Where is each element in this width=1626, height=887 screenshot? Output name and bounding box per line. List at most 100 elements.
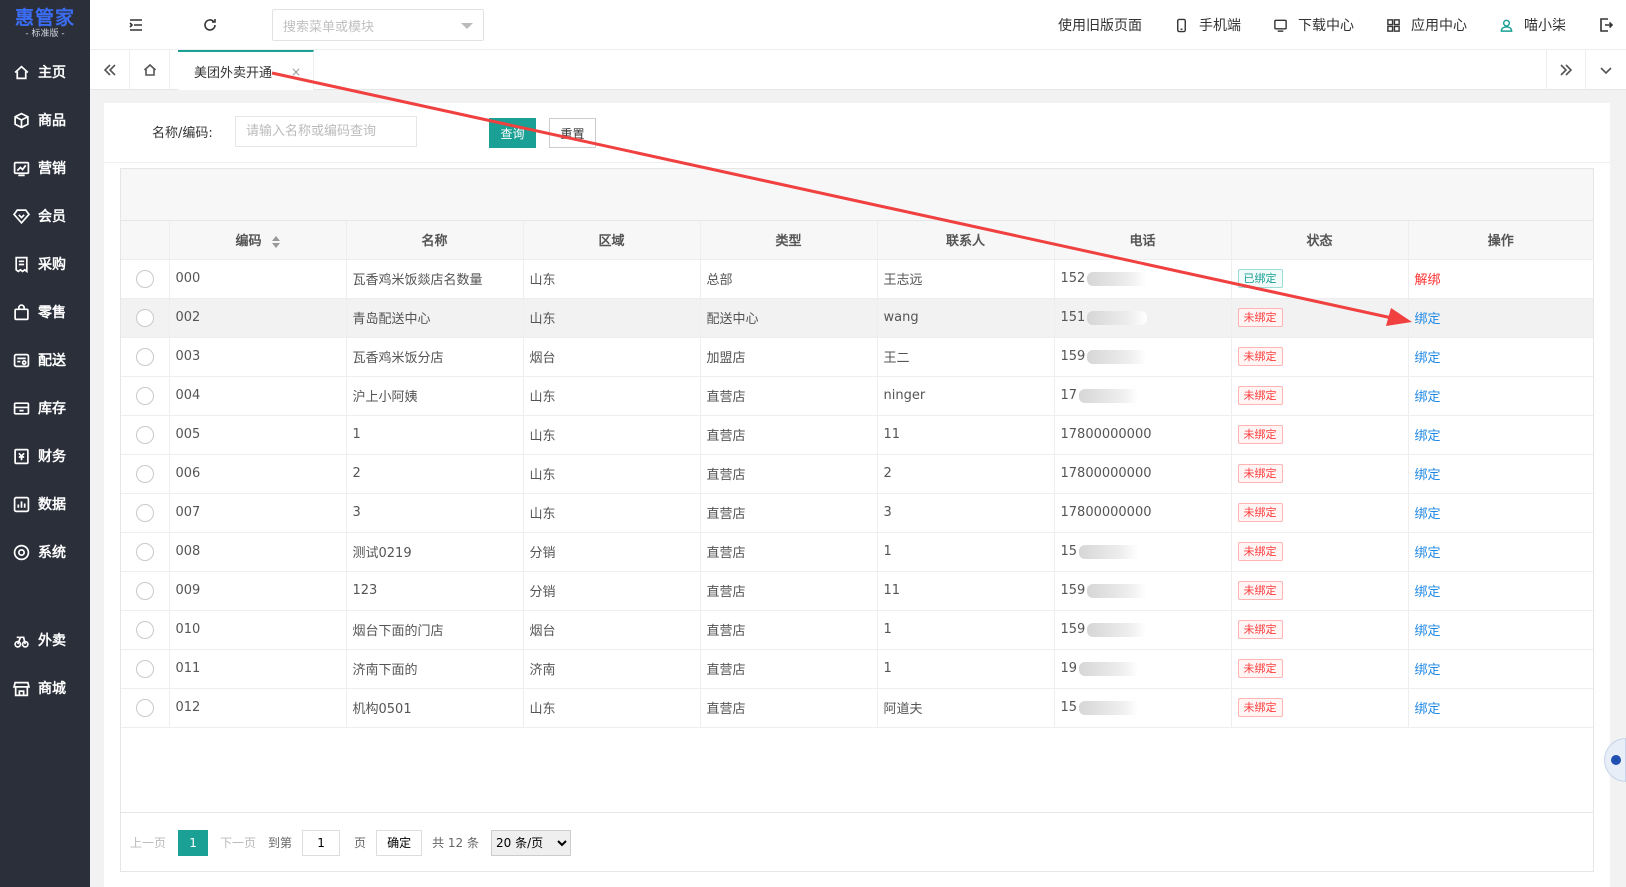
- bind-link[interactable]: 绑定: [1415, 546, 1441, 561]
- goto-page-input[interactable]: [302, 829, 341, 856]
- bind-link[interactable]: 绑定: [1415, 429, 1441, 444]
- mobile-link[interactable]: 手机端: [1174, 15, 1241, 35]
- row-radio[interactable]: [135, 542, 154, 561]
- sidebar-item-receipt[interactable]: 采购: [0, 240, 90, 288]
- phone-redaction: [1079, 661, 1140, 676]
- app-center-link[interactable]: 应用中心: [1386, 15, 1467, 35]
- sidebar-item-finance[interactable]: 财务: [0, 432, 90, 480]
- page-unit-label: 页: [354, 836, 367, 850]
- user-menu[interactable]: 喵小柒: [1499, 15, 1566, 35]
- bind-link[interactable]: 绑定: [1415, 507, 1441, 522]
- table-row[interactable]: 004 沪上小阿姨 山东 直营店 ninger 17 未绑定 绑定: [121, 376, 1593, 416]
- logo[interactable]: 惠管家 - 标准版 -: [0, 0, 90, 48]
- sidebar-item-chart[interactable]: 营销: [0, 144, 90, 192]
- query-button[interactable]: 查询: [489, 118, 536, 148]
- table-row[interactable]: 006 2 山东 直营店 2 17800000000 未绑定 绑定: [121, 454, 1593, 494]
- name-code-search-input[interactable]: [235, 116, 417, 147]
- row-radio[interactable]: [135, 659, 154, 678]
- table-row[interactable]: 012 机构0501 山东 直营店 阿道夫 15 未绑定 绑定: [121, 688, 1593, 728]
- row-radio[interactable]: [135, 425, 154, 444]
- prev-page-button[interactable]: 上一页: [130, 834, 166, 851]
- current-page[interactable]: 1: [178, 829, 209, 856]
- row-radio[interactable]: [135, 347, 154, 366]
- old-page-link[interactable]: 使用旧版页面: [1058, 15, 1142, 35]
- row-radio[interactable]: [135, 620, 154, 639]
- download-center-link[interactable]: 下载中心: [1273, 15, 1354, 35]
- cell-type: 直营店: [700, 415, 878, 455]
- table-row[interactable]: 007 3 山东 直营店 3 17800000000 未绑定 绑定: [121, 493, 1593, 533]
- phone-text: 151: [1060, 310, 1086, 325]
- tabs-scroll-right-icon[interactable]: [1546, 50, 1586, 90]
- table-row[interactable]: 011 济南下面的 济南 直营店 1 19 未绑定 绑定: [121, 649, 1593, 689]
- bind-link[interactable]: 绑定: [1415, 585, 1441, 600]
- cell-status: 未绑定: [1231, 688, 1409, 728]
- table-row[interactable]: 003 瓦香鸡米饭分店 烟台 加盟店 王二 159 未绑定 绑定: [121, 337, 1593, 377]
- sidebar-item-inventory[interactable]: 库存: [0, 384, 90, 432]
- row-radio[interactable]: [135, 503, 154, 522]
- header-action: 操作: [1408, 221, 1593, 260]
- cell-contact: 3: [877, 493, 1055, 533]
- tab-close-icon[interactable]: ×: [291, 65, 301, 79]
- cell-action: 绑定: [1408, 376, 1593, 416]
- refresh-icon[interactable]: [200, 15, 220, 35]
- row-radio[interactable]: [135, 308, 154, 327]
- cell-code: 005: [169, 415, 347, 455]
- bind-link[interactable]: 绑定: [1415, 390, 1441, 405]
- cell-code: 011: [169, 649, 347, 689]
- page-size-select[interactable]: 20 条/页: [490, 829, 571, 856]
- bind-link[interactable]: 绑定: [1415, 624, 1441, 639]
- bind-link[interactable]: 绑定: [1415, 702, 1441, 717]
- table-row[interactable]: 008 测试0219 分销 直营店 1 15 未绑定 绑定: [121, 532, 1593, 572]
- row-radio[interactable]: [135, 698, 154, 717]
- cell-type: 直营店: [700, 532, 878, 572]
- cell-phone: 17800000000: [1054, 454, 1232, 494]
- sidebar-item-settings[interactable]: 系统: [0, 528, 90, 576]
- table-row[interactable]: 009 123 分销 直营店 11 159 未绑定 绑定: [121, 571, 1593, 611]
- row-radio[interactable]: [135, 581, 154, 600]
- sidebar-item-truck[interactable]: 配送: [0, 336, 90, 384]
- bind-link[interactable]: 绑定: [1415, 468, 1441, 483]
- sidebar-item-bag[interactable]: 零售: [0, 288, 90, 336]
- row-radio[interactable]: [135, 464, 154, 483]
- goto-confirm-button[interactable]: 确定: [376, 829, 423, 856]
- cell-action: 绑定: [1408, 493, 1593, 533]
- cell-region: 山东: [523, 493, 701, 533]
- header-code[interactable]: 编码: [169, 221, 347, 260]
- cell-type: 总部: [700, 259, 878, 299]
- reset-button[interactable]: 重置: [549, 118, 596, 148]
- sidebar-item-takeaway[interactable]: 外卖: [0, 616, 90, 664]
- unbind-link[interactable]: 解绑: [1415, 273, 1441, 288]
- sidebar-item-data[interactable]: 数据: [0, 480, 90, 528]
- pagination: 上一页 1 下一页 到第 页 确定 共 12 条 20 条/页: [120, 812, 1594, 872]
- table-row[interactable]: 000 瓦香鸡米饭燚店名数量 山东 总部 王志远 152 已绑定 解绑: [121, 259, 1593, 299]
- sidebar-item-home[interactable]: 主页: [0, 48, 90, 96]
- data-icon: [12, 495, 30, 513]
- menu-search-select[interactable]: 搜索菜单或模块: [272, 9, 484, 41]
- sidebar-item-store[interactable]: 商城: [0, 664, 90, 712]
- phone-text: 159: [1060, 349, 1086, 364]
- row-radio[interactable]: [135, 386, 154, 405]
- table-row[interactable]: 005 1 山东 直营店 11 17800000000 未绑定 绑定: [121, 415, 1593, 455]
- cell-status: 未绑定: [1231, 454, 1409, 494]
- tab-meituan-takeaway[interactable]: 美团外卖开通 ×: [178, 50, 314, 90]
- bind-link[interactable]: 绑定: [1415, 312, 1441, 327]
- bind-link[interactable]: 绑定: [1415, 663, 1441, 678]
- bind-link[interactable]: 绑定: [1415, 351, 1441, 366]
- next-page-button[interactable]: 下一页: [220, 834, 256, 851]
- cell-phone: 15: [1054, 688, 1232, 728]
- table-row[interactable]: 010 烟台下面的门店 烟台 直营店 1 159 未绑定 绑定: [121, 610, 1593, 650]
- sidebar-item-box[interactable]: 商品: [0, 96, 90, 144]
- tabs-dropdown-icon[interactable]: [1586, 50, 1626, 90]
- sort-icon[interactable]: [271, 235, 280, 248]
- logout-icon[interactable]: [1598, 17, 1614, 33]
- home-tab-icon[interactable]: [130, 50, 170, 90]
- table-row[interactable]: 002 青岛配送中心 山东 配送中心 wang 151 未绑定 绑定: [121, 298, 1593, 338]
- cell-action: 解绑: [1408, 259, 1593, 299]
- store-icon: [12, 679, 30, 697]
- sidebar-item-diamond[interactable]: 会员: [0, 192, 90, 240]
- sidebar-item-label: 外卖: [38, 633, 66, 649]
- row-radio[interactable]: [135, 269, 154, 288]
- cell-name: 2: [346, 454, 524, 494]
- menu-collapse-icon[interactable]: [126, 15, 146, 35]
- tabs-scroll-left-icon[interactable]: [90, 50, 130, 90]
